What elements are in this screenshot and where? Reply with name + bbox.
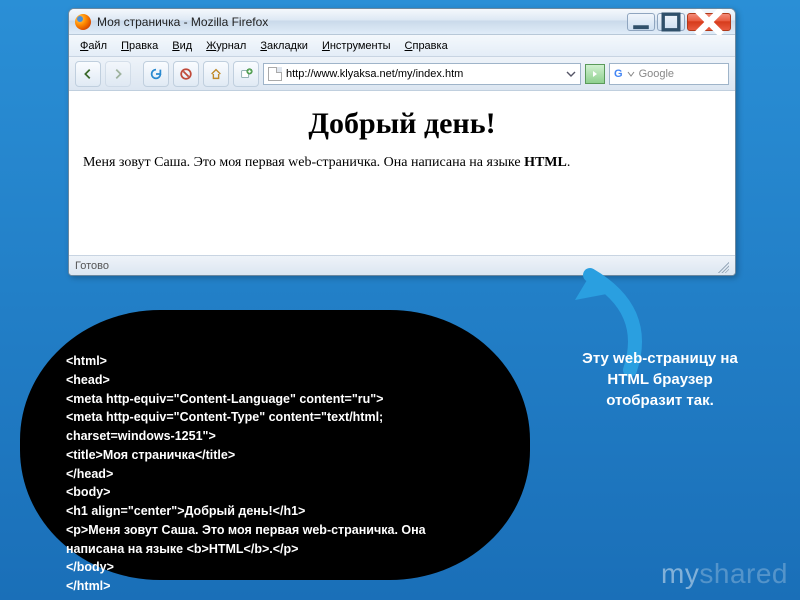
close-button[interactable]	[687, 13, 731, 31]
dropdown-icon[interactable]	[566, 69, 576, 79]
code-line: </html>	[66, 577, 484, 596]
firefox-icon	[75, 14, 91, 30]
code-line: <title>Моя страничка</title>	[66, 446, 484, 465]
page-paragraph: Меня зовут Саша. Это моя первая web-стра…	[83, 155, 721, 171]
watermark: myshared	[661, 558, 788, 590]
code-line: <meta http-equiv="Content-Type" content=…	[66, 408, 484, 446]
window-controls	[625, 13, 731, 31]
code-line: </head>	[66, 465, 484, 484]
page-icon	[268, 67, 282, 81]
search-box[interactable]: G Google	[609, 63, 729, 85]
url-text: http://www.klyaksa.net/my/index.htm	[286, 68, 562, 80]
resize-grip-icon[interactable]	[715, 259, 729, 273]
annotation-caption: Эту web-страницу на HTML браузер отобраз…	[580, 348, 740, 411]
search-placeholder: Google	[639, 68, 674, 80]
toolbar: http://www.klyaksa.net/my/index.htm G Go…	[69, 57, 735, 91]
statusbar: Готово	[69, 255, 735, 275]
maximize-button[interactable]	[657, 13, 685, 31]
firefox-window: Моя страничка - Mozilla Firefox Файл Пра…	[68, 8, 736, 276]
address-bar[interactable]: http://www.klyaksa.net/my/index.htm	[263, 63, 581, 85]
menu-bookmarks[interactable]: Закладки	[253, 38, 315, 54]
forward-button[interactable]	[105, 61, 131, 87]
minimize-button[interactable]	[627, 13, 655, 31]
window-title: Моя страничка - Mozilla Firefox	[97, 15, 625, 29]
home-button[interactable]	[203, 61, 229, 87]
code-line: </body>	[66, 558, 484, 577]
menu-file[interactable]: Файл	[73, 38, 114, 54]
go-button[interactable]	[585, 64, 605, 84]
source-code-bubble: <html> <head> <meta http-equiv="Content-…	[20, 310, 530, 580]
menu-tools[interactable]: Инструменты	[315, 38, 398, 54]
code-line: <head>	[66, 371, 484, 390]
code-line: <body>	[66, 483, 484, 502]
titlebar[interactable]: Моя страничка - Mozilla Firefox	[69, 9, 735, 35]
google-icon: G	[614, 68, 623, 80]
search-dropdown-icon[interactable]	[627, 70, 635, 78]
code-line: <h1 align="center">Добрый день!</h1>	[66, 502, 484, 521]
status-text: Готово	[75, 260, 109, 272]
menubar: Файл Правка Вид Журнал Закладки Инструме…	[69, 35, 735, 57]
stop-button[interactable]	[173, 61, 199, 87]
code-line: <html>	[66, 352, 484, 371]
menu-help[interactable]: Справка	[398, 38, 455, 54]
newtab-button[interactable]	[233, 61, 259, 87]
menu-edit[interactable]: Правка	[114, 38, 165, 54]
menu-history[interactable]: Журнал	[199, 38, 253, 54]
back-button[interactable]	[75, 61, 101, 87]
code-line: <meta http-equiv="Content-Language" cont…	[66, 390, 484, 409]
reload-button[interactable]	[143, 61, 169, 87]
menu-view[interactable]: Вид	[165, 38, 199, 54]
page-heading: Добрый день!	[83, 107, 721, 141]
code-line: <p>Меня зовут Саша. Это моя первая web-с…	[66, 521, 484, 559]
page-content: Добрый день! Меня зовут Саша. Это моя пе…	[69, 91, 735, 255]
